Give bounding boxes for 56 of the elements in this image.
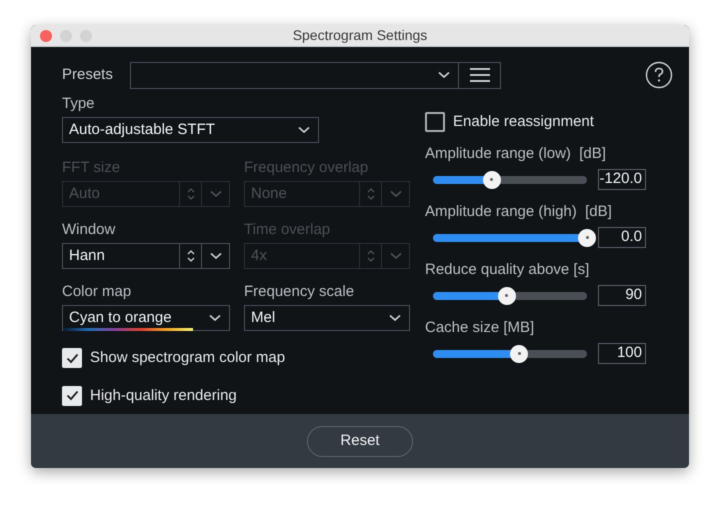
field-label: Frequency scale (244, 283, 356, 301)
checkbox[interactable] (62, 348, 82, 368)
checkbox-label: High-quality rendering (90, 386, 237, 406)
field-value: Hann (68, 246, 106, 266)
chevron-down-icon (390, 252, 402, 260)
value-field[interactable]: 90 (598, 285, 646, 306)
field-value: Mel (251, 308, 276, 328)
stepper-icon (366, 187, 374, 201)
slider-thumb[interactable] (578, 228, 596, 246)
checkmark-icon (66, 352, 78, 364)
chevron-down-icon (390, 190, 402, 198)
menu-button[interactable] (459, 62, 501, 88)
value-field[interactable]: 0.0 (598, 227, 646, 248)
field-label: Frequency overlap (244, 159, 370, 177)
help-icon[interactable] (645, 61, 673, 89)
window-title: Spectrogram Settings (292, 26, 428, 45)
slider-label: Reduce quality above [s] (425, 260, 590, 280)
field-label: Window (62, 221, 116, 239)
slider-label: Amplitude range (high) [dB] (425, 202, 613, 222)
field-value: Auto (68, 184, 101, 204)
field-label: FFT size (62, 159, 122, 177)
field-value: None (250, 184, 288, 204)
slider-thumb[interactable] (482, 170, 501, 188)
menu-icon (470, 68, 490, 82)
field-label: Color map (62, 283, 132, 301)
dropdown[interactable]: Cyan to orange (62, 305, 230, 331)
chevron-down-icon (210, 252, 222, 260)
field-value: Cyan to orange (69, 308, 173, 328)
type-dropdown[interactable]: Auto-adjustable STFT (62, 117, 319, 143)
checkbox-label: Enable reassignment (453, 112, 594, 132)
value-field[interactable]: -120.0 (598, 169, 646, 190)
slider-thumb[interactable] (510, 344, 528, 362)
chevron-down-icon (298, 126, 310, 134)
slider-label: Amplitude range (low) [dB] (425, 144, 607, 164)
checkbox[interactable] (425, 112, 445, 132)
chevron-down-icon (209, 314, 221, 322)
reset-button[interactable]: Reset (307, 426, 413, 456)
slider-thumb[interactable] (498, 286, 516, 304)
stepper-icon (366, 249, 374, 263)
presets-label: Presets (62, 64, 114, 85)
field-label: Type (62, 95, 96, 113)
checkmark-icon (66, 390, 78, 402)
chevron-down-icon (210, 190, 222, 198)
stepper-icon (186, 187, 194, 201)
value-field[interactable]: 100 (598, 343, 646, 364)
chevron-down-icon (389, 314, 401, 322)
dropdown[interactable]: Mel (244, 305, 410, 331)
field-label: Time overlap (244, 221, 332, 239)
checkbox[interactable] (62, 386, 82, 406)
field-value: Auto-adjustable STFT (69, 120, 216, 140)
chevron-down-icon (438, 71, 450, 79)
field-value: 4x (250, 246, 268, 266)
stepper-icon (186, 249, 194, 263)
spinner-dropdown[interactable]: Hann (62, 243, 230, 269)
checkbox-label: Show spectrogram color map (90, 348, 286, 368)
slider-label: Cache size [MB] (425, 318, 536, 338)
